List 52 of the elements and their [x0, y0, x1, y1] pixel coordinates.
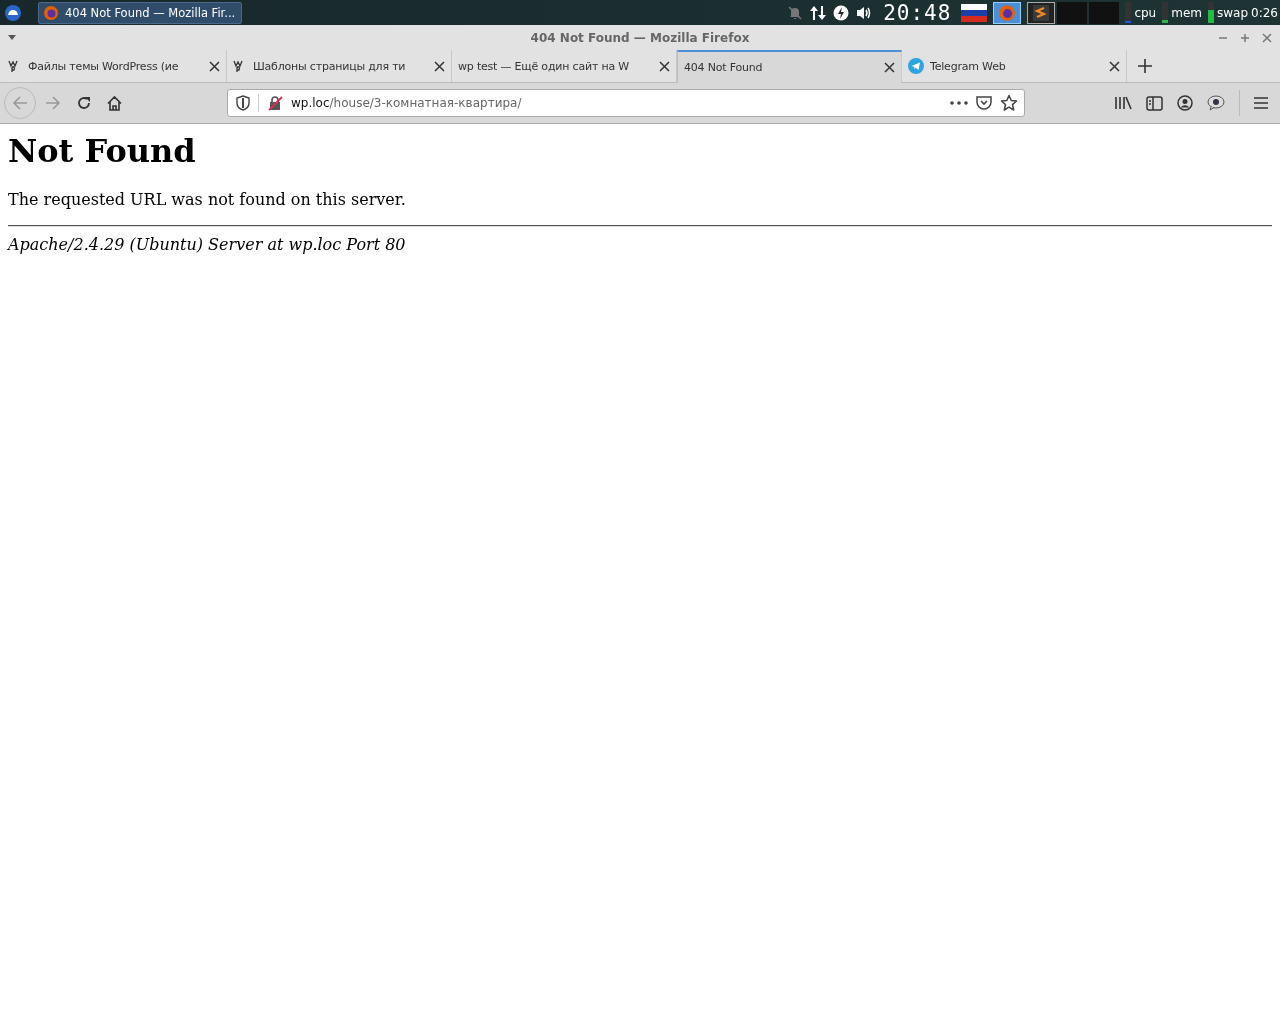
monitor-meter [1125, 2, 1132, 23]
menu-icon[interactable] [1254, 97, 1268, 109]
maximize-icon[interactable] [1240, 32, 1250, 43]
window-title: 404 Not Found — Mozilla Firefox [530, 30, 750, 45]
url-text: wp.loc/house/3-комнатная-квартира/ [291, 96, 522, 110]
taskbar-app-button[interactable] [1027, 1, 1056, 24]
paper-plane-icon [908, 58, 924, 74]
tab-label: Telegram Web [930, 59, 1007, 73]
browser-tab[interactable]: Шаблоны страницы для ти [227, 50, 452, 82]
clock: 20:48 [883, 1, 952, 24]
speech-bubble-icon[interactable] [1207, 95, 1225, 111]
monitor-meter [1162, 2, 1169, 23]
insecure-lock-icon[interactable] [267, 95, 283, 111]
tab-label: wp test — Ещё один сайт на W [458, 59, 630, 73]
app-menu-icon[interactable] [4, 3, 22, 22]
back-arrow-icon [11, 94, 29, 112]
close-icon[interactable] [209, 60, 220, 72]
close-icon[interactable] [434, 60, 445, 72]
page-heading: Not Found [8, 132, 197, 170]
browser-tab[interactable]: Telegram Web [902, 50, 1127, 82]
taskbar-app-button[interactable] [993, 1, 1022, 24]
muted-bell-icon[interactable] [787, 4, 804, 21]
monitor-meter [1208, 2, 1214, 23]
tab-label: Шаблоны страницы для ти [253, 59, 407, 73]
library-icon[interactable] [1114, 95, 1132, 111]
russian-flag-icon[interactable] [961, 3, 988, 22]
shield-icon[interactable] [236, 95, 250, 111]
reload-icon[interactable] [76, 95, 92, 111]
monitor-label: swap [1217, 5, 1249, 20]
taskbar-window-button[interactable]: 404 Not Found — Mozilla Fir... [38, 1, 243, 24]
plus-icon[interactable] [1137, 58, 1153, 74]
close-icon[interactable] [884, 62, 895, 73]
pocket-icon[interactable] [976, 95, 992, 111]
error-message: The requested URL was not found on this server. [8, 190, 407, 209]
address-bar[interactable]: wp.loc/house/3-комнатная-квартира/ [227, 89, 1025, 117]
monitor-label: cpu [1134, 5, 1157, 20]
network-icon[interactable] [809, 3, 828, 22]
more-icon[interactable] [950, 101, 968, 105]
browser-tab[interactable]: 404 Not Found [677, 50, 902, 83]
home-icon[interactable] [106, 94, 123, 112]
star-icon[interactable] [1000, 94, 1018, 112]
uptime: 0:26 [1251, 5, 1278, 20]
monitor-label: mem [1171, 5, 1202, 20]
browser-tab[interactable]: Файлы темы WordPress (ие [2, 50, 227, 82]
tab-label: Файлы темы WordPress (ие [28, 59, 180, 73]
tab-label: 404 Not Found [684, 61, 764, 74]
account-icon[interactable] [1177, 95, 1193, 111]
server-signature: Apache/2.4.29 (Ubuntu) Server at wp.loc Port 80 [8, 235, 407, 254]
close-icon[interactable] [1109, 60, 1120, 72]
power-icon[interactable] [833, 4, 850, 21]
sidebar-icon[interactable] [1146, 95, 1163, 111]
close-icon[interactable] [659, 60, 670, 72]
